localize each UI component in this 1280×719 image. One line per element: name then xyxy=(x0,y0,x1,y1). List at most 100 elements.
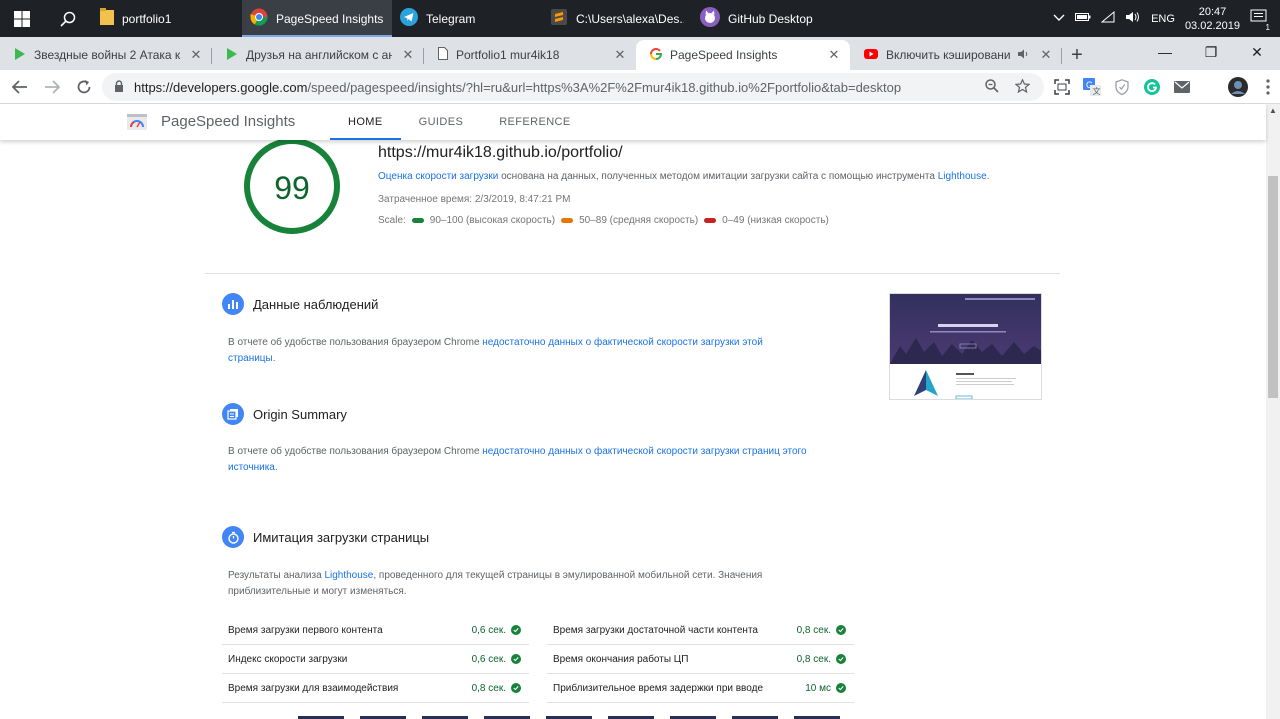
origin-summary-link[interactable]: недостаточно данных о фактической скорос… xyxy=(482,446,806,457)
metric-row: Время окончания работы ЦП 0,8 сек. xyxy=(547,645,854,674)
avatar[interactable] xyxy=(1228,74,1248,100)
field-data-text-before: В отчете об удобстве пользования браузер… xyxy=(228,337,483,348)
tab-title: Включить кэширование с xyxy=(886,48,1010,62)
score-value: 99 xyxy=(274,170,310,206)
battery-icon[interactable] xyxy=(1075,12,1091,25)
check-circle-icon xyxy=(511,683,521,693)
bookmark-star-icon[interactable] xyxy=(1014,77,1031,96)
field-data-link[interactable]: недостаточно данных о фактической скорос… xyxy=(482,337,763,348)
telegram-icon xyxy=(400,8,418,29)
lighthouse-link[interactable]: Lighthouse xyxy=(938,171,987,182)
windows-start-icon[interactable] xyxy=(0,0,44,37)
browser-tab-active[interactable]: PageSpeed Insights ✕ xyxy=(636,40,850,70)
zoom-icon[interactable] xyxy=(985,78,999,96)
metric-label: Время загрузки достаточной части контент… xyxy=(553,624,758,636)
origin-summary-text: В отчете об удобстве пользования браузер… xyxy=(228,444,868,476)
lab-description: Оценка скорости загрузки основана на дан… xyxy=(378,171,990,182)
check-circle-icon xyxy=(836,683,846,693)
check-circle-icon xyxy=(836,625,846,635)
close-window-icon[interactable]: ✕ xyxy=(1234,37,1280,67)
origin-summary-text-before: В отчете об удобстве пользования браузер… xyxy=(228,446,483,457)
stopwatch-icon xyxy=(222,526,244,548)
browser-tab[interactable]: Звездные войны 2 Атака клон ✕ xyxy=(0,40,212,70)
metric-value: 0,6 сек. xyxy=(472,654,521,665)
windows-taskbar: portfolio1 PageSpeed Insights... Telegra… xyxy=(0,0,1280,37)
metric-value: 0,8 сек. xyxy=(797,625,846,636)
folder-icon xyxy=(100,8,114,29)
language-indicator[interactable]: ENG xyxy=(1151,13,1175,25)
close-icon[interactable]: ✕ xyxy=(400,47,416,63)
system-tray: ENG 20:47 03.02.2019 1 xyxy=(1053,0,1280,37)
tab-title: Portfolio1 mur4ik18 xyxy=(456,48,560,62)
sublime-icon xyxy=(550,8,568,29)
taskbar-app-label: portfolio1 xyxy=(122,11,172,26)
elapsed-time: Затраченное время: 2/3/2019, 8:47:21 PM xyxy=(378,194,571,205)
metric-value-text: 0,8 сек. xyxy=(796,653,831,665)
metric-label: Время загрузки для взаимодействия xyxy=(228,682,399,694)
wifi-icon[interactable] xyxy=(1100,10,1115,26)
scroll-up-arrow-icon[interactable]: ▲ xyxy=(1266,104,1280,118)
section-divider xyxy=(205,273,1060,274)
restore-icon[interactable]: ❐ xyxy=(1188,37,1234,67)
scrollbar-thumb[interactable] xyxy=(1268,176,1278,398)
new-tab-button[interactable]: + xyxy=(1062,40,1092,70)
field-data-text-after: . xyxy=(272,353,276,364)
close-icon[interactable]: ✕ xyxy=(612,47,628,63)
screenshot-icon[interactable] xyxy=(1052,74,1072,100)
browser-tab-strip: Звездные войны 2 Атака клон ✕ Друзья на … xyxy=(0,37,1280,70)
close-icon[interactable]: ✕ xyxy=(826,47,842,63)
psi-title: PageSpeed Insights xyxy=(161,113,296,130)
clock[interactable]: 20:47 03.02.2019 xyxy=(1185,5,1240,33)
psi-nav: HOME GUIDES REFERENCE xyxy=(330,104,589,140)
close-icon[interactable]: ✕ xyxy=(188,47,204,63)
back-arrow-icon[interactable] xyxy=(4,71,36,103)
browser-tab[interactable]: Включить кэширование с ✕ xyxy=(850,40,1062,70)
reload-icon[interactable] xyxy=(68,71,100,103)
clock-time: 20:47 xyxy=(1198,5,1227,18)
taskbar-app-telegram[interactable]: Telegram xyxy=(392,0,542,37)
mail-icon[interactable] xyxy=(1172,74,1192,100)
check-circle-icon xyxy=(511,654,521,664)
scale-fast-label: 90–100 (высокая скорость) xyxy=(429,215,556,226)
browser-tab[interactable]: Друзья на английском с англ ✕ xyxy=(212,40,424,70)
lab-lighthouse-link[interactable]: Lighthouse xyxy=(324,570,373,581)
close-icon[interactable]: ✕ xyxy=(1038,47,1054,63)
taskbar-app-label: Telegram xyxy=(426,11,476,26)
forward-arrow-icon[interactable] xyxy=(36,71,68,103)
notification-icon[interactable]: 1 xyxy=(1250,9,1272,32)
scale-slow-label: 0–49 (низкая скорость) xyxy=(722,215,829,226)
window-controls: — ❐ ✕ xyxy=(1142,37,1280,67)
lab-data-text-line1: , проведенного для текущей страницы в эм… xyxy=(373,570,763,581)
taskbar-app-chrome[interactable]: PageSpeed Insights... xyxy=(242,0,392,37)
grammarly-icon[interactable] xyxy=(1142,74,1162,100)
minimize-icon[interactable]: — xyxy=(1142,37,1188,67)
tab-guides[interactable]: GUIDES xyxy=(401,104,482,140)
volume-icon[interactable] xyxy=(1125,11,1141,26)
browser-tab[interactable]: Portfolio1 mur4ik18 ✕ xyxy=(424,40,636,70)
lab-data-link[interactable]: Оценка скорости загрузки xyxy=(378,171,498,182)
search-icon[interactable] xyxy=(44,0,92,37)
origin-summary-link-cont[interactable]: источника xyxy=(228,462,275,473)
metric-row: Индекс скорости загрузки 0,6 сек. xyxy=(222,645,529,674)
lock-icon[interactable] xyxy=(114,79,124,95)
metric-value-text: 0,6 сек. xyxy=(471,653,506,665)
address-bar[interactable]: https://developers.google.com/speed/page… xyxy=(102,73,1044,101)
url-text: https://developers.google.com/speed/page… xyxy=(134,80,901,95)
scale-fast-pill xyxy=(411,218,424,223)
field-data-text: В отчете об удобстве пользования браузер… xyxy=(228,335,828,367)
score-gauge: 99 xyxy=(242,140,342,236)
field-data-link-cont[interactable]: страницы xyxy=(228,353,273,364)
taskbar-app-sublime[interactable]: C:\Users\alexa\Des... xyxy=(542,0,692,37)
tab-reference[interactable]: REFERENCE xyxy=(481,104,588,140)
shield-icon[interactable] xyxy=(1112,74,1132,100)
more-menu-icon[interactable] xyxy=(1258,74,1278,100)
speaker-icon[interactable] xyxy=(1018,48,1030,62)
taskbar-app-explorer[interactable]: portfolio1 xyxy=(92,0,242,37)
chevron-up-icon[interactable] xyxy=(1053,13,1065,25)
psi-content: 99 https://mur4ik18.github.io/portfolio/… xyxy=(0,140,1266,719)
translate-icon[interactable]: G文 xyxy=(1082,74,1102,100)
tab-home[interactable]: HOME xyxy=(330,104,401,140)
check-circle-icon xyxy=(836,654,846,664)
field-data-title: Данные наблюдений xyxy=(253,297,379,312)
taskbar-app-github-desktop[interactable]: GitHub Desktop xyxy=(692,0,842,37)
